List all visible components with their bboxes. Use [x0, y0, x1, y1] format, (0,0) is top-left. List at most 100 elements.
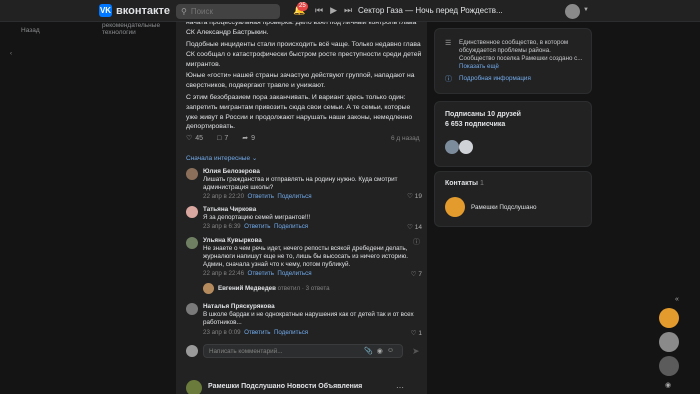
chat-avatar[interactable] [659, 308, 679, 328]
share-icon: ➦ [242, 135, 249, 142]
reply-button[interactable]: Ответить [244, 329, 270, 336]
comment-author[interactable]: Татьяна Чиркова [203, 206, 256, 213]
share-comment-button[interactable]: Поделиться [274, 329, 308, 336]
heart-icon: ♡ [186, 135, 193, 142]
chevron-left-icon[interactable]: ‹ [10, 51, 12, 57]
like-button[interactable]: ♡ 45 [186, 134, 204, 143]
post-paragraph: Подобные инциденты стали происходить всё… [186, 41, 422, 68]
now-playing-track[interactable]: Сектор Газа — Ночь перед Рождеств... [358, 6, 503, 15]
vk-logo[interactable]: VK вконтакте [99, 4, 170, 17]
play-icon[interactable]: ▶ [330, 5, 337, 16]
contacts-card: Контакты 1 Рамешки Подслушано [434, 171, 592, 227]
comment-meta: 22 апр в 22:20 Ответить Поделиться [203, 193, 312, 200]
avatar[interactable] [186, 380, 202, 394]
comment-author[interactable]: Наталья Пряскурякова [203, 303, 275, 310]
show-more-link[interactable]: Показать ещё [459, 63, 499, 70]
comment-date[interactable]: 23 апр в 0:09 [203, 329, 241, 336]
post-paragraph: Юные «гости» нашей страны зачастую дейст… [186, 72, 415, 89]
user-avatar[interactable] [565, 4, 580, 19]
friends-subscribed: Подписаны 10 друзей [445, 111, 521, 118]
more-options-icon[interactable]: ⓘ [413, 237, 420, 247]
camera-icon[interactable]: ◉ [377, 347, 383, 355]
comment-text: Я за депортацию семей мигрантов!!! [203, 214, 311, 221]
community-description: Единственное сообщество, в котором обсуж… [459, 39, 587, 71]
next-track-icon[interactable]: ⏭ [344, 5, 352, 16]
search-input[interactable] [190, 7, 271, 16]
chat-avatar[interactable] [659, 356, 679, 376]
subscribers-card[interactable]: Подписаны 10 друзей 6 653 подписчика [434, 101, 592, 167]
avatar[interactable] [186, 206, 198, 218]
post-feed: начата процессуальная проверка. Дело взя… [176, 22, 427, 394]
comment-like-button[interactable]: ♡ 14 [407, 223, 422, 231]
share-button[interactable]: ➦ 9 [242, 134, 255, 143]
comment-button[interactable]: □ 7 [217, 135, 228, 142]
chevron-down-icon[interactable]: ▼ [583, 7, 589, 13]
comment-text: Не знаете о чем речь идет, нечего репост… [203, 245, 408, 268]
post-actions: ♡ 45 □ 7 ➦ 9 [186, 134, 255, 143]
avatar[interactable] [186, 237, 198, 249]
comment-item: Юлия Белозерова Лишать гражданства и отп… [186, 168, 422, 200]
reply-verb: ответил [277, 285, 301, 292]
search-box[interactable]: ⚲ [176, 4, 280, 19]
reply-count[interactable]: 3 ответа [306, 285, 330, 292]
reply-button[interactable]: Ответить [244, 223, 270, 230]
comment-author[interactable]: Юлия Белозерова [203, 168, 260, 175]
back-link[interactable]: Назад [21, 27, 40, 34]
comment-composer: Написать комментарий... 📎 ◉ ☺ ➤ [186, 344, 422, 358]
comment-author[interactable]: Ульяна Кувыркова [203, 237, 262, 244]
comment-like-count: 7 [418, 271, 422, 278]
post-paragraph: С этим безобразием пора заканчивать. И в… [186, 94, 413, 131]
messages-icon[interactable]: ◉ [665, 381, 671, 389]
chat-avatar[interactable] [659, 332, 679, 352]
comment-like-count: 1 [418, 330, 422, 337]
attach-icon[interactable]: 📎 [364, 347, 373, 355]
comment-like-button[interactable]: ♡ 7 [411, 270, 422, 278]
reply-author[interactable]: Евгений Медведев [218, 285, 276, 292]
reply-button[interactable]: Ответить [248, 193, 274, 200]
prev-track-icon[interactable]: ⏮ [315, 5, 323, 16]
contacts-heading[interactable]: Контакты 1 [445, 180, 484, 187]
emoji-icon[interactable]: ☺ [387, 347, 394, 355]
details-link[interactable]: Подробная информация [459, 75, 531, 82]
post-paragraph: начата процессуальная проверка. Дело взя… [186, 22, 417, 36]
more-icon[interactable]: ⋯ [396, 383, 404, 392]
send-icon[interactable]: ➤ [412, 346, 420, 357]
comment-text: В школе бардак и не однократные нарушени… [203, 311, 414, 326]
scrollbar[interactable] [428, 22, 431, 394]
avatar[interactable] [445, 140, 459, 154]
like-count: 45 [195, 134, 204, 142]
share-comment-button[interactable]: Поделиться [277, 270, 311, 277]
comment-meta: 23 апр в 0:09 Ответить Поделиться [203, 329, 308, 336]
avatar[interactable] [445, 197, 465, 217]
comment-date[interactable]: 22 апр в 22:20 [203, 193, 244, 200]
info-icon: ⓘ [445, 76, 452, 83]
comments-sort-dropdown[interactable]: Сначала интересные ⌄ [186, 154, 257, 162]
comment-replies-thread[interactable]: Евгений Медведев ответил · 3 ответа [186, 283, 422, 297]
avatar[interactable] [459, 140, 473, 154]
collapse-chats-icon[interactable]: « [675, 296, 679, 303]
recommended-tech-label[interactable]: рекомендательные технологии [102, 22, 172, 36]
notifications-badge: 25 [297, 2, 308, 11]
reply-button[interactable]: Ответить [248, 270, 274, 277]
comment-item: Наталья Пряскурякова В школе бардак и не… [186, 303, 422, 339]
comment-text: Лишать гражданства и отправлять на родин… [203, 176, 398, 191]
avatar [186, 345, 198, 357]
avatar[interactable] [203, 283, 214, 294]
comment-date[interactable]: 23 апр в 6:39 [203, 223, 241, 230]
post-date[interactable]: 6 д назад [391, 135, 420, 142]
avatar[interactable] [186, 303, 198, 315]
next-post-title[interactable]: Рамешки Подслушано Новости Объявления [208, 383, 362, 390]
share-comment-button[interactable]: Поделиться [277, 193, 311, 200]
comment-icon: □ [217, 134, 222, 142]
comment-like-button[interactable]: ♡ 19 [407, 192, 422, 200]
comment-like-count: 14 [414, 224, 422, 231]
contacts-title: Контакты [445, 180, 479, 187]
sort-label: Сначала интересные [186, 155, 251, 162]
avatar[interactable] [186, 168, 198, 180]
share-count: 9 [251, 134, 255, 142]
subscribers-count: 6 653 подписчика [445, 121, 506, 128]
comment-date[interactable]: 22 апр в 22:46 [203, 270, 244, 277]
share-comment-button[interactable]: Поделиться [274, 223, 308, 230]
comment-like-button[interactable]: ♡ 1 [411, 329, 422, 337]
contact-name[interactable]: Рамешки Подслушано [471, 204, 536, 211]
